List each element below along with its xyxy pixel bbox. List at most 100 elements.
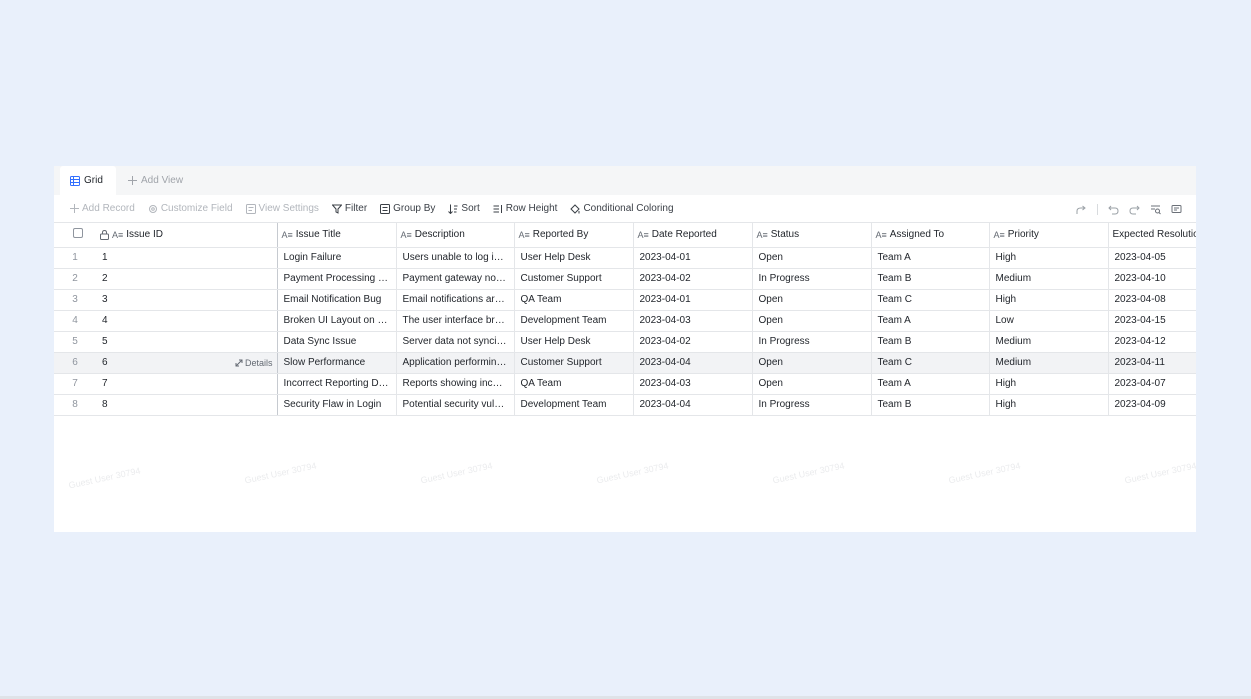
- cell-date-reported[interactable]: 2023-04-04: [633, 352, 753, 374]
- expand-details-button[interactable]: Details: [235, 353, 273, 373]
- cell-expected-resolution[interactable]: 2023-04-08: [1108, 289, 1196, 311]
- cell-assigned-to[interactable]: Team A: [871, 310, 990, 332]
- column-header-status[interactable]: A≡ Status: [752, 223, 872, 248]
- cell-priority[interactable]: Medium: [989, 331, 1109, 353]
- redo-icon[interactable]: [1129, 204, 1140, 215]
- cell-date-reported[interactable]: 2023-04-02: [633, 268, 753, 290]
- cell-description[interactable]: Server data not syncin...: [396, 331, 515, 353]
- cell-status[interactable]: In Progress: [752, 331, 872, 353]
- cell-description[interactable]: Application performing ...: [396, 352, 515, 374]
- cell-issue-id[interactable]: 6 Details: [96, 352, 278, 374]
- cell-status[interactable]: In Progress: [752, 394, 872, 416]
- table-row[interactable]: 2 2 Payment Processing Er... Payment gat…: [54, 268, 1196, 290]
- cell-issue-id[interactable]: 2: [96, 268, 278, 290]
- cell-reported-by[interactable]: User Help Desk: [514, 247, 634, 269]
- search-records-icon[interactable]: [1150, 204, 1161, 215]
- column-header-priority[interactable]: A≡ Priority: [989, 223, 1109, 248]
- cell-date-reported[interactable]: 2023-04-03: [633, 373, 753, 395]
- sort-button[interactable]: Sort: [448, 203, 480, 214]
- cell-description[interactable]: Potential security vulne...: [396, 394, 515, 416]
- cell-assigned-to[interactable]: Team B: [871, 331, 990, 353]
- column-header-issue-id[interactable]: A≡ Issue ID: [96, 223, 278, 248]
- cell-issue-id[interactable]: 4: [96, 310, 278, 332]
- cell-issue-id[interactable]: 3: [96, 289, 278, 311]
- cell-priority[interactable]: High: [989, 247, 1109, 269]
- cell-issue-id[interactable]: 5: [96, 331, 278, 353]
- cell-issue-id[interactable]: 1: [96, 247, 278, 269]
- tab-grid[interactable]: Grid: [60, 166, 116, 195]
- cell-assigned-to[interactable]: Team A: [871, 247, 990, 269]
- table-row[interactable]: 4 4 Broken UI Layout on M... The user in…: [54, 310, 1196, 332]
- group-by-button[interactable]: Group By: [380, 203, 435, 214]
- cell-expected-resolution[interactable]: 2023-04-05: [1108, 247, 1196, 269]
- column-header-assigned-to[interactable]: A≡ Assigned To: [871, 223, 990, 248]
- cell-status[interactable]: Open: [752, 352, 872, 374]
- cell-status[interactable]: Open: [752, 247, 872, 269]
- comment-icon[interactable]: [1171, 204, 1182, 215]
- cell-date-reported[interactable]: 2023-04-02: [633, 331, 753, 353]
- cell-priority[interactable]: Medium: [989, 268, 1109, 290]
- cell-priority[interactable]: Low: [989, 310, 1109, 332]
- cell-issue-id[interactable]: 7: [96, 373, 278, 395]
- conditional-coloring-button[interactable]: Conditional Coloring: [570, 203, 674, 214]
- cell-expected-resolution[interactable]: 2023-04-15: [1108, 310, 1196, 332]
- cell-date-reported[interactable]: 2023-04-01: [633, 247, 753, 269]
- cell-expected-resolution[interactable]: 2023-04-09: [1108, 394, 1196, 416]
- cell-assigned-to[interactable]: Team B: [871, 394, 990, 416]
- table-row[interactable]: 3 3 Email Notification Bug Email notific…: [54, 289, 1196, 311]
- cell-date-reported[interactable]: 2023-04-04: [633, 394, 753, 416]
- filter-button[interactable]: Filter: [331, 203, 367, 214]
- cell-status[interactable]: Open: [752, 310, 872, 332]
- cell-expected-resolution[interactable]: 2023-04-12: [1108, 331, 1196, 353]
- cell-issue-title[interactable]: Slow Performance: [277, 352, 397, 374]
- cell-priority[interactable]: High: [989, 373, 1109, 395]
- cell-assigned-to[interactable]: Team C: [871, 352, 990, 374]
- cell-expected-resolution[interactable]: 2023-04-07: [1108, 373, 1196, 395]
- table-row[interactable]: 5 5 Data Sync Issue Server data not sync…: [54, 331, 1196, 353]
- row-height-button[interactable]: Row Height: [493, 203, 557, 214]
- table-row[interactable]: 8 8 Security Flaw in Login Potential sec…: [54, 394, 1196, 416]
- cell-status[interactable]: In Progress: [752, 268, 872, 290]
- cell-description[interactable]: Users unable to log in u...: [396, 247, 515, 269]
- column-header-date-reported[interactable]: A≡ Date Reported: [633, 223, 753, 248]
- column-header-expected-resolution[interactable]: Expected Resolution: [1108, 223, 1196, 248]
- cell-priority[interactable]: High: [989, 394, 1109, 416]
- cell-reported-by[interactable]: Development Team: [514, 310, 634, 332]
- cell-expected-resolution[interactable]: 2023-04-10: [1108, 268, 1196, 290]
- cell-reported-by[interactable]: User Help Desk: [514, 331, 634, 353]
- add-view-button[interactable]: Add View: [128, 166, 183, 195]
- cell-issue-title[interactable]: Email Notification Bug: [277, 289, 397, 311]
- cell-expected-resolution[interactable]: 2023-04-11: [1108, 352, 1196, 374]
- cell-priority[interactable]: Medium: [989, 352, 1109, 374]
- cell-date-reported[interactable]: 2023-04-03: [633, 310, 753, 332]
- cell-priority[interactable]: High: [989, 289, 1109, 311]
- cell-issue-title[interactable]: Payment Processing Er...: [277, 268, 397, 290]
- cell-issue-id[interactable]: 8: [96, 394, 278, 416]
- cell-reported-by[interactable]: Customer Support: [514, 352, 634, 374]
- select-all-checkbox[interactable]: [73, 228, 83, 239]
- column-header-issue-title[interactable]: A≡ Issue Title: [277, 223, 397, 248]
- cell-reported-by[interactable]: QA Team: [514, 373, 634, 395]
- cell-assigned-to[interactable]: Team B: [871, 268, 990, 290]
- add-record-button[interactable]: Add Record: [70, 203, 135, 214]
- cell-status[interactable]: Open: [752, 373, 872, 395]
- cell-description[interactable]: Email notifications are ...: [396, 289, 515, 311]
- cell-issue-title[interactable]: Broken UI Layout on M...: [277, 310, 397, 332]
- cell-issue-title[interactable]: Security Flaw in Login: [277, 394, 397, 416]
- cell-issue-title[interactable]: Incorrect Reporting Data: [277, 373, 397, 395]
- cell-reported-by[interactable]: QA Team: [514, 289, 634, 311]
- view-settings-button[interactable]: View Settings: [245, 203, 319, 214]
- cell-description[interactable]: The user interface brea...: [396, 310, 515, 332]
- share-icon[interactable]: [1076, 204, 1087, 215]
- cell-status[interactable]: Open: [752, 289, 872, 311]
- table-row[interactable]: 7 7 Incorrect Reporting Data Reports sho…: [54, 373, 1196, 395]
- customize-field-button[interactable]: Customize Field: [148, 203, 233, 214]
- cell-assigned-to[interactable]: Team C: [871, 289, 990, 311]
- cell-assigned-to[interactable]: Team A: [871, 373, 990, 395]
- cell-description[interactable]: Payment gateway not p...: [396, 268, 515, 290]
- undo-icon[interactable]: [1108, 204, 1119, 215]
- cell-date-reported[interactable]: 2023-04-01: [633, 289, 753, 311]
- cell-description[interactable]: Reports showing incorr...: [396, 373, 515, 395]
- column-header-reported-by[interactable]: A≡ Reported By: [514, 223, 634, 248]
- column-header-description[interactable]: A≡ Description: [396, 223, 515, 248]
